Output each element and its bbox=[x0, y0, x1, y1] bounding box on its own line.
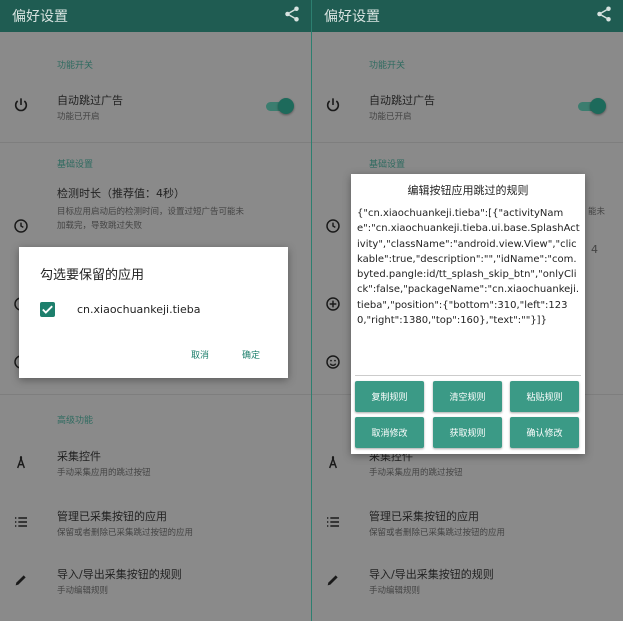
section-basic: 基础设置 bbox=[369, 160, 406, 170]
section-basic: 基础设置 bbox=[57, 160, 94, 170]
list-icon bbox=[15, 517, 27, 527]
auto-skip-switch[interactable] bbox=[576, 97, 606, 115]
ok-button[interactable]: 确定 bbox=[242, 348, 260, 361]
auto-skip-subtitle: 功能已开启 bbox=[369, 112, 412, 122]
screen-left: 偏好设置 功能开关 自动跳过广告 功能已开启 基础设置 检测时长（推荐值：4秒）… bbox=[0, 0, 311, 621]
compass-icon bbox=[16, 456, 26, 469]
manage-title[interactable]: 管理已采集按钮的应用 bbox=[369, 508, 479, 524]
cancel-button[interactable]: 取消 bbox=[191, 348, 209, 361]
import-title[interactable]: 导入/导出采集按钮的规则 bbox=[57, 566, 182, 582]
screen-right: 偏好设置 功能开关 自动跳过广告 功能已开启 基础设置 能未 4 高级功能 采集… bbox=[312, 0, 623, 621]
clock-icon bbox=[326, 219, 340, 233]
rules-dialog-title: 编辑按钮应用跳过的规则 bbox=[407, 184, 529, 197]
clock-icon bbox=[14, 219, 28, 233]
share-icon[interactable] bbox=[595, 5, 613, 23]
app-bar: 偏好设置 bbox=[0, 0, 311, 32]
pencil-icon bbox=[15, 575, 26, 586]
manage-subtitle: 保留或者删除已采集跳过按钮的应用 bbox=[57, 528, 194, 538]
compass-icon bbox=[328, 456, 338, 469]
detect-subtitle-2: 加载完，导致跳过失败 bbox=[57, 221, 143, 231]
section-advanced: 高级功能 bbox=[57, 416, 94, 426]
add-circle-icon bbox=[326, 297, 340, 311]
auto-skip-subtitle: 功能已开启 bbox=[57, 112, 100, 122]
page-title: 偏好设置 bbox=[324, 9, 380, 25]
section-switches: 功能开关 bbox=[369, 61, 406, 71]
manage-title[interactable]: 管理已采集按钮的应用 bbox=[57, 508, 167, 524]
divider bbox=[312, 142, 623, 143]
paste-rules-button[interactable]: 粘贴规则 bbox=[510, 381, 579, 412]
app-bar: 偏好设置 bbox=[312, 0, 623, 32]
edit-rules-dialog: 编辑按钮应用跳过的规则 {"cn.xiaochuankeji.tieba":[{… bbox=[351, 174, 585, 454]
import-subtitle: 手动编辑规则 bbox=[369, 586, 421, 596]
app-checkbox-label[interactable]: cn.xiaochuankeji.tieba bbox=[77, 303, 200, 316]
list-icon bbox=[327, 517, 339, 527]
detect-title: 检测时长（推荐值：4秒） bbox=[57, 187, 185, 200]
clear-rules-button[interactable]: 清空规则 bbox=[433, 381, 502, 412]
divider bbox=[0, 142, 311, 143]
power-icon bbox=[14, 98, 28, 112]
import-title[interactable]: 导入/导出采集按钮的规则 bbox=[369, 566, 494, 582]
share-icon[interactable] bbox=[283, 5, 301, 23]
app-checkbox[interactable] bbox=[40, 302, 55, 317]
divider bbox=[0, 394, 311, 395]
import-subtitle: 手动编辑规则 bbox=[57, 586, 109, 596]
collect-subtitle: 手动采集应用的跳过按钮 bbox=[57, 468, 151, 478]
divider bbox=[355, 375, 581, 376]
confirm-edit-button[interactable]: 确认修改 bbox=[510, 417, 579, 448]
collect-title[interactable]: 采集控件 bbox=[57, 448, 101, 464]
fetch-rules-button[interactable]: 获取规则 bbox=[433, 417, 502, 448]
page-title: 偏好设置 bbox=[12, 9, 68, 25]
auto-skip-switch[interactable] bbox=[264, 97, 294, 115]
power-icon bbox=[326, 98, 340, 112]
collect-subtitle: 手动采集应用的跳过按钮 bbox=[369, 468, 463, 478]
smiley-icon bbox=[326, 355, 340, 369]
check-icon bbox=[42, 305, 53, 314]
detect-value-fragment: 4 bbox=[591, 243, 598, 256]
auto-skip-title: 自动跳过广告 bbox=[57, 94, 123, 107]
detect-subtitle: 目标应用启动后的检测时间，设置过短广告可能未 bbox=[57, 207, 245, 217]
manage-subtitle: 保留或者删除已采集跳过按钮的应用 bbox=[369, 528, 506, 538]
section-switches: 功能开关 bbox=[57, 61, 94, 71]
rules-json-editor[interactable]: {"cn.xiaochuankeji.tieba":[{"activityNam… bbox=[357, 206, 581, 374]
keep-dialog-title: 勾选要保留的应用 bbox=[40, 268, 145, 283]
pencil-icon bbox=[327, 575, 338, 586]
keep-app-dialog: 勾选要保留的应用 cn.xiaochuankeji.tieba 取消 确定 bbox=[19, 247, 288, 378]
copy-rules-button[interactable]: 复制规则 bbox=[355, 381, 424, 412]
root: 偏好设置 功能开关 自动跳过广告 功能已开启 基础设置 检测时长（推荐值：4秒）… bbox=[0, 0, 623, 621]
auto-skip-title: 自动跳过广告 bbox=[369, 94, 435, 107]
cancel-edit-button[interactable]: 取消修改 bbox=[355, 417, 424, 448]
detect-subtitle-fragment: 能未 bbox=[588, 207, 606, 217]
